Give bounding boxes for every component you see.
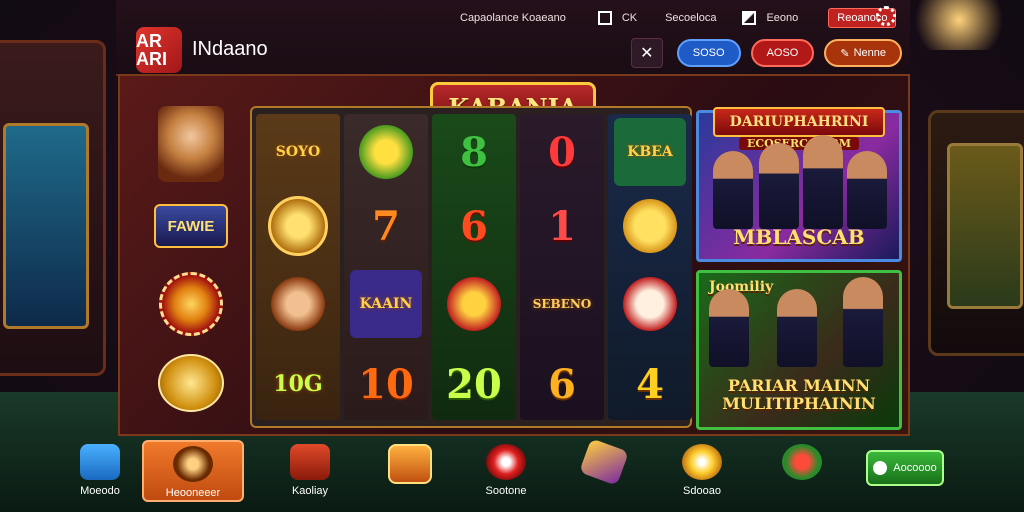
reel-symbol: SEBENO [532,297,592,311]
background-slot-machine-left [0,40,106,376]
side-badge: FAWIE [154,204,228,248]
portrait-woman-icon [158,106,224,182]
reel-symbol: KBEA [614,118,686,186]
promo-ribbon: DARIUPHAHRINI [713,107,885,137]
reel-symbol: 7 [372,202,400,250]
promo-person [847,151,887,229]
reel-2: 7 KAAIN 10 [344,114,428,420]
flag-icon [742,11,757,25]
toggle-icon [873,461,888,475]
smiley-icon [623,199,677,253]
red-action-button[interactable]: AOSO [750,39,815,67]
nav-label: Moeodo [80,485,120,497]
nav-label: Sdooao [683,485,721,497]
reel-1: SOYO 10G [256,114,340,420]
reel-symbol: SOYO [275,144,321,160]
promo-title: PARIAR MAINN MULITIPHAININ [722,376,876,413]
promo-card-top[interactable]: DARIUPHAHRINI ECOSERCOMRM MBLASCAB [696,107,902,262]
bag-icon [290,444,330,480]
nav-item-3[interactable]: Kaoliay [262,440,358,502]
blue-action-button[interactable]: SOSO [676,39,741,67]
compass-icon [173,446,213,482]
header-actions: ✕ SOSO AOSO ✎ Nenne [630,38,902,68]
chandelier-light [904,0,1014,50]
nav-item-8[interactable] [754,440,850,502]
reel-symbol: 6 [548,360,576,408]
nav-item-5[interactable]: Sootone [458,440,554,502]
reel-symbol: 0 [548,128,576,176]
reel-symbol: 10 [358,360,414,408]
nav-label: Sootone [485,485,527,497]
top-link-2[interactable]: CK [622,12,637,24]
nav-item-4[interactable] [362,440,458,502]
promo-person [709,289,749,367]
sun-icon [359,125,413,179]
gem-icon [579,438,629,486]
jester-mask-icon [623,277,677,331]
crossed-tools-icon[interactable]: ✕ [630,38,663,68]
user-icon [597,11,612,25]
promo-person [803,135,843,229]
slot-reels[interactable]: SOYO 10G 7 KAAIN 10 8 6 20 0 1 SEBENO 6 … [250,106,692,428]
poker-chip-icon [159,272,223,336]
bottom-nav: Moeodo Heooneeer Kaoliay Sootone Sdooao … [0,438,1024,512]
promo-person [777,289,817,367]
top-bar: AR ARI INdaano Capaolance Koaeano CK Sec… [116,0,910,76]
promo-person [843,277,883,367]
nav-label: Kaoliay [291,485,329,497]
cards-icon [388,444,432,484]
emblem-icon [782,444,822,480]
reel-symbol: 10G [273,371,323,397]
top-link-3[interactable]: Secoeloca [665,12,716,24]
nav-item-6[interactable] [556,438,652,502]
nav-item-2[interactable]: Heooneeer [142,440,244,502]
reel-symbol: 4 [636,360,664,408]
top-link-4[interactable]: Eeono [766,12,798,24]
mascot-figure-icon [447,277,501,331]
cowboy-icon [271,277,325,331]
settings-gear-icon[interactable] [876,6,896,26]
promo-title: MBLASCAB [733,225,865,249]
mascot-icon [682,444,722,480]
s-logo-icon [80,444,120,480]
app-name: INdaano [192,38,268,60]
reel-5: KBEA 4 [608,114,692,420]
orange-action-button[interactable]: ✎ Nenne [824,39,902,67]
top-links: Capaolance Koaeano CK Secoeloca Eeono Re… [460,8,897,28]
reel-symbol: 8 [460,128,488,176]
app-logo[interactable]: AR ARI [136,27,182,73]
green-action-button[interactable]: Aocoooo [866,450,944,486]
clock-icon [268,196,328,256]
reel-4: 0 1 SEBENO 6 [520,114,604,420]
reel-3: 8 6 20 [432,114,516,420]
promo-card-bottom[interactable]: Joomiliy PARIAR MAINN MULITIPHAININ [696,270,902,430]
promo-person [713,151,753,229]
main-panel: FAWIE KABANIA SOYO 10G 7 KAAIN 10 8 6 20… [118,74,910,436]
top-link-1[interactable]: Capaolance Koaeano [460,12,566,24]
reel-symbol: KAAIN [350,270,422,338]
reel-symbol: 20 [446,360,502,408]
heart-icon [486,444,526,480]
gold-coin-icon [158,354,224,412]
reel-symbol: 6 [460,202,488,250]
nav-item-1[interactable]: Moeodo [52,440,148,502]
promo-person [759,143,799,229]
background-slot-machine-right [928,110,1024,356]
nav-label: Heooneeer [165,487,221,499]
reel-symbol: 1 [548,202,576,250]
nav-item-7[interactable]: Sdooao [654,440,750,502]
